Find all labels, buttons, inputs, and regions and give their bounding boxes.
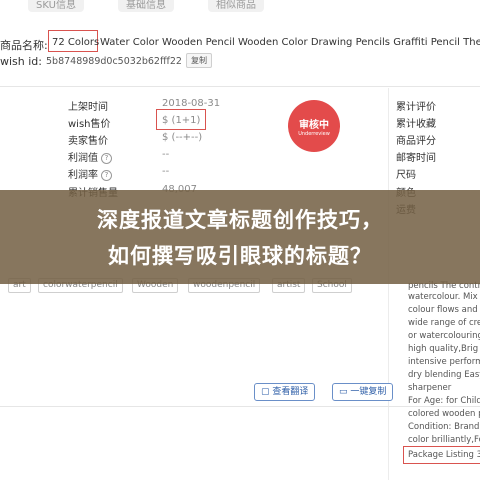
overlay-title-line2: 如何撰写吸引眼球的标题？ <box>108 244 372 268</box>
copy-icon: ▭ <box>339 387 348 397</box>
stamp-sub-text: Underreview <box>298 131 330 137</box>
description-line: sharpener <box>408 383 452 393</box>
footer-divider <box>0 406 480 407</box>
description-line: colour flows and s <box>408 305 480 315</box>
top-tab-bar: SKU信息 基础信息 相似商品 <box>0 0 480 24</box>
stat-label-rating: 商品评分 <box>396 136 436 147</box>
stat-label-profit: 利润值? <box>68 149 112 164</box>
stat-value-wish-price: $ (1+1) <box>162 115 201 126</box>
tab-similar-products[interactable]: 相似商品 <box>208 0 264 12</box>
description-line: wide range of crea <box>408 318 480 328</box>
view-translation-button[interactable]: ▢ 查看翻译 <box>254 383 316 401</box>
stat-label-profit-rate-text: 利润率 <box>68 170 98 181</box>
stat-value-profit-rate: -- <box>162 166 170 177</box>
stat-value-listed-date: 2018-08-31 <box>162 98 221 109</box>
tab-basic-info[interactable]: 基础信息 <box>118 0 174 12</box>
stat-label-favorites: 累计收藏 <box>396 119 436 130</box>
tab-sku-info[interactable]: SKU信息 <box>28 0 84 12</box>
stat-label-profit-text: 利润值 <box>68 153 98 164</box>
stat-label-wish-price: wish售价 <box>68 119 111 130</box>
help-icon[interactable]: ? <box>101 170 112 181</box>
description-line: For Age: for Childr <box>408 396 480 406</box>
wish-id-label: wish id: <box>0 55 42 68</box>
stat-value-profit: -- <box>162 149 170 160</box>
headline-overlay-banner: 深度报道文章标题创作技巧， 如何撰写吸引眼球的标题？ <box>0 190 480 284</box>
right-column-divider <box>388 88 389 480</box>
stat-label-size: 尺码 <box>396 170 416 181</box>
stat-label-seller-price: 卖家售价 <box>68 136 108 147</box>
description-line: watercolour. Mix w <box>408 292 480 302</box>
translate-icon: ▢ <box>261 387 270 397</box>
stat-label-profit-rate: 利润率? <box>68 166 112 181</box>
help-icon[interactable]: ? <box>101 153 112 164</box>
description-line: colored wooden p <box>408 409 480 419</box>
one-click-copy-label: 一键复制 <box>350 387 387 397</box>
under-review-stamp: 审核中 Underreview <box>288 100 340 152</box>
stat-label-shipping-time: 邮寄时间 <box>396 153 436 164</box>
product-name-highlight: 72 Colors <box>52 37 100 48</box>
product-name-text[interactable]: Water Color Wooden Pencil Wooden Color D… <box>100 37 480 48</box>
section-divider <box>0 86 480 87</box>
overlay-title-line1: 深度报道文章标题创作技巧， <box>97 208 383 232</box>
stamp-main-text: 审核中 <box>299 120 329 131</box>
stat-label-listed-date: 上架时间 <box>68 102 108 113</box>
description-line: or watercolouring <box>408 331 480 341</box>
description-line: color brilliantly,Fo <box>408 435 480 445</box>
product-name-label: 商品名称: <box>0 39 48 52</box>
description-line: intensive performa <box>408 357 480 367</box>
copy-id-button[interactable]: 复制 <box>186 53 212 68</box>
description-line: high quality,Brig <box>408 344 479 354</box>
description-line: dry blending Easy <box>408 370 480 380</box>
wish-id-value: 5b8748989d0c5032b62fff22 <box>46 56 182 67</box>
description-line: Package Listing 3x <box>408 450 480 460</box>
stat-label-reviews: 累计评价 <box>396 102 436 113</box>
view-translation-label: 查看翻译 <box>272 387 309 397</box>
stat-value-seller-price: $ (--+--) <box>162 132 203 143</box>
description-line: Condition: Brand n <box>408 422 480 432</box>
one-click-copy-button[interactable]: ▭ 一键复制 <box>332 383 394 401</box>
